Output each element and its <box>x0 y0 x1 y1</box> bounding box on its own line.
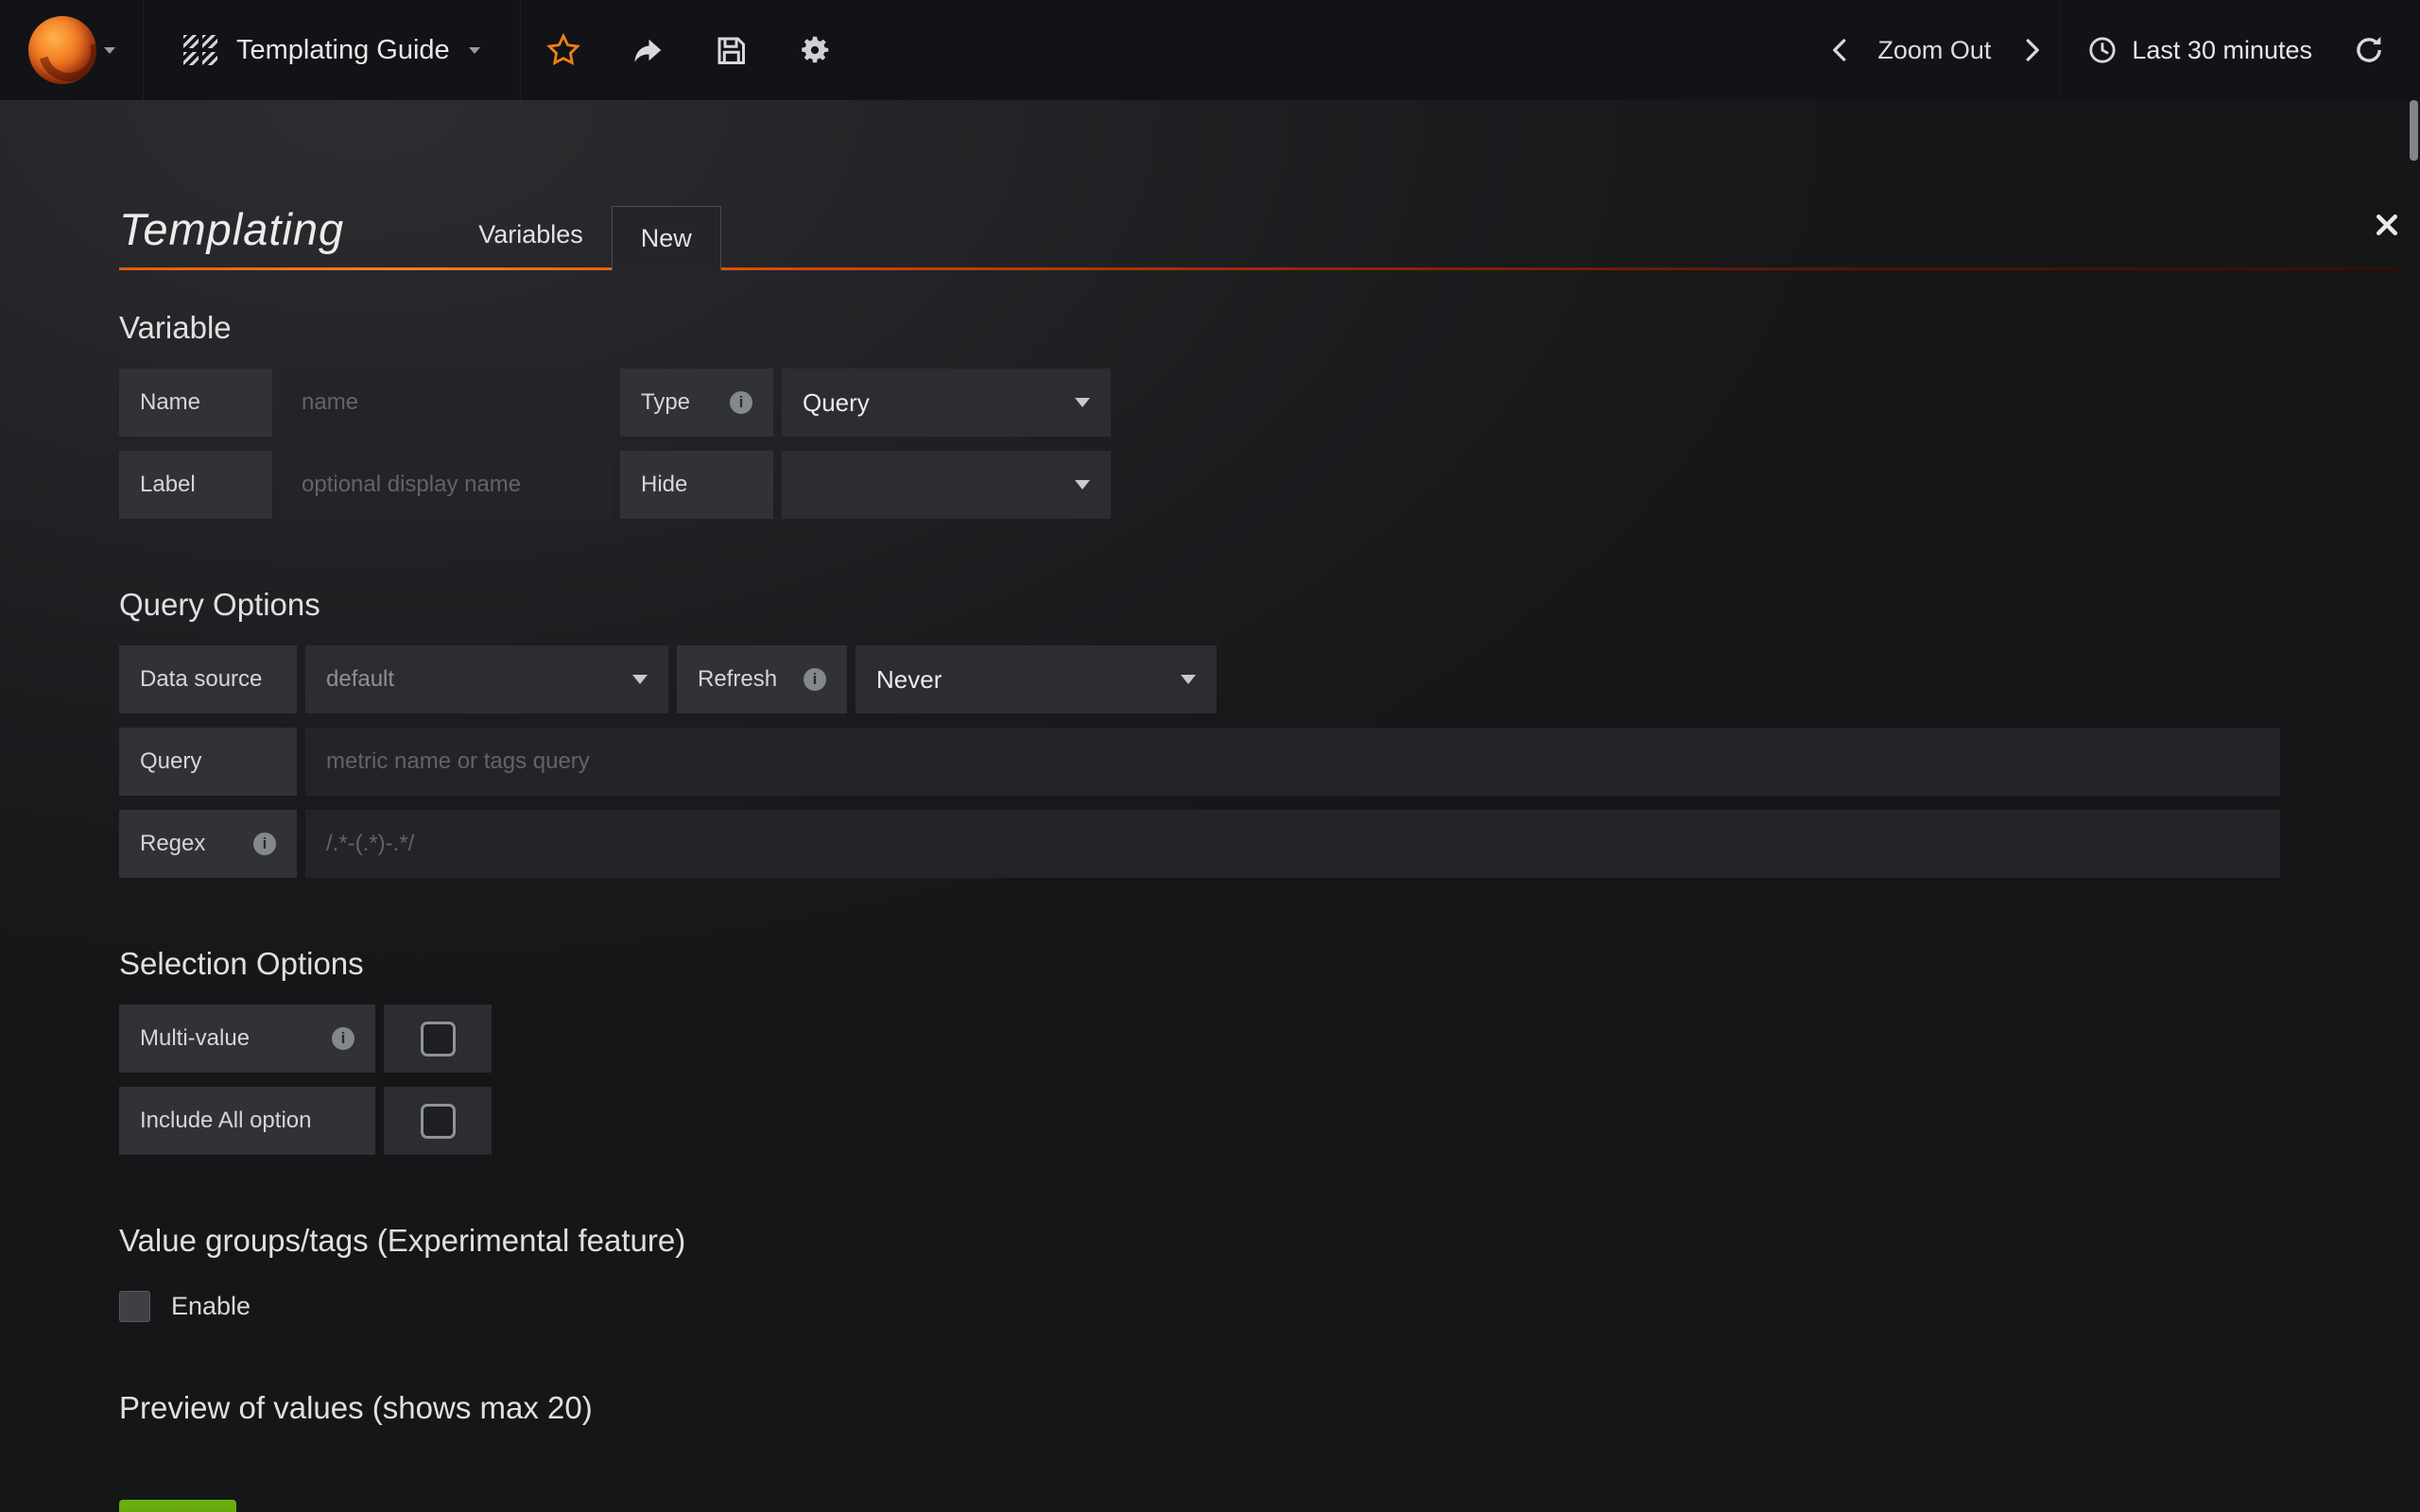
grafana-logo <box>28 16 96 84</box>
multi-value-checkbox-cell[interactable] <box>384 1005 492 1073</box>
datasource-row: Data source default Refresh i Never <box>119 645 2401 713</box>
editor-tabs: Variables New <box>450 206 721 270</box>
value-groups-heading: Value groups/tags (Experimental feature) <box>119 1223 2401 1259</box>
include-all-label: Include All option <box>119 1087 375 1155</box>
type-select-value: Query <box>803 388 870 418</box>
name-label: Name <box>119 369 272 437</box>
regex-label: Regex i <box>119 810 297 878</box>
tab-new[interactable]: New <box>612 206 721 270</box>
scrollbar-thumb[interactable] <box>2410 100 2418 161</box>
caret-down-icon <box>1181 675 1196 684</box>
datasource-label: Data source <box>119 645 297 713</box>
include-all-checkbox-cell[interactable] <box>384 1087 492 1155</box>
refresh-select-value: Never <box>876 665 942 695</box>
enable-label: Enable <box>171 1292 251 1321</box>
preview-heading: Preview of values (shows max 20) <box>119 1390 2401 1426</box>
label-label: Label <box>119 451 272 519</box>
variable-section-heading: Variable <box>119 310 2401 346</box>
info-icon[interactable]: i <box>253 833 276 855</box>
chevron-right-icon <box>2017 36 2046 64</box>
time-range-picker[interactable]: Last 30 minutes <box>2059 0 2339 100</box>
datasource-select-value: default <box>326 666 394 693</box>
dashboard-settings-button[interactable] <box>772 0 857 100</box>
include-all-row: Include All option <box>119 1087 2401 1155</box>
hide-label: Hide <box>620 451 773 519</box>
regex-input[interactable] <box>305 810 2280 878</box>
close-icon <box>2373 211 2401 239</box>
name-input[interactable] <box>281 369 612 437</box>
caret-down-icon <box>104 47 115 54</box>
star-dashboard-button[interactable] <box>521 0 606 100</box>
page-title: Templating <box>119 203 344 255</box>
caret-down-icon <box>1075 398 1090 407</box>
editor-header: Templating Variables New <box>119 100 2401 270</box>
add-button[interactable]: Add <box>119 1500 236 1512</box>
label-input[interactable] <box>281 451 612 519</box>
close-editor-button[interactable] <box>2373 211 2401 244</box>
time-range-label: Last 30 minutes <box>2132 36 2312 65</box>
refresh-label: Refresh i <box>677 645 847 713</box>
variable-label-row: Label Hide <box>119 451 2401 519</box>
info-icon[interactable]: i <box>332 1027 354 1050</box>
refresh-dashboard-button[interactable] <box>2339 0 2420 100</box>
star-icon <box>545 32 581 68</box>
include-all-checkbox[interactable] <box>421 1104 456 1139</box>
templating-editor: Templating Variables New Variable Name T… <box>0 100 2420 1512</box>
clock-icon <box>2086 34 2118 66</box>
multi-value-row: Multi-value i <box>119 1005 2401 1073</box>
query-row: Query <box>119 728 2401 796</box>
time-shift-forward-button[interactable] <box>2004 0 2059 100</box>
variable-name-row: Name Type i Query <box>119 369 2401 437</box>
navbar-right-group: Zoom Out Last 30 minutes <box>1817 0 2420 100</box>
query-label: Query <box>119 728 297 796</box>
save-icon <box>714 33 748 67</box>
query-input[interactable] <box>305 728 2280 796</box>
type-select[interactable]: Query <box>782 369 1111 437</box>
enable-checkbox[interactable] <box>119 1291 150 1322</box>
multi-value-checkbox[interactable] <box>421 1022 456 1057</box>
refresh-select[interactable]: Never <box>856 645 1217 713</box>
hide-select[interactable] <box>782 451 1111 519</box>
type-label: Type i <box>620 369 773 437</box>
dashboard-title-button[interactable]: Templating Guide <box>144 0 521 100</box>
multi-value-label: Multi-value i <box>119 1005 375 1073</box>
info-icon[interactable]: i <box>804 668 826 691</box>
info-icon[interactable]: i <box>730 391 752 414</box>
top-navbar: Templating Guide Zoom Out <box>0 0 2420 100</box>
time-shift-back-button[interactable] <box>1817 0 1864 100</box>
caret-down-icon <box>469 47 480 54</box>
selection-options-heading: Selection Options <box>119 946 2401 982</box>
grafana-menu-button[interactable] <box>0 0 144 100</box>
chevron-left-icon <box>1826 36 1855 64</box>
save-dashboard-button[interactable] <box>689 0 772 100</box>
caret-down-icon <box>632 675 648 684</box>
header-accent-line <box>119 267 2401 270</box>
enable-row: Enable <box>119 1291 2401 1322</box>
share-icon <box>631 33 665 67</box>
regex-row: Regex i <box>119 810 2401 878</box>
settings-gear-icon <box>797 32 833 68</box>
zoom-out-button[interactable]: Zoom Out <box>1864 36 2004 65</box>
tab-variables[interactable]: Variables <box>450 220 612 270</box>
dashboard-icon <box>183 35 217 65</box>
query-options-heading: Query Options <box>119 587 2401 623</box>
datasource-select[interactable]: default <box>305 645 668 713</box>
share-dashboard-button[interactable] <box>606 0 689 100</box>
refresh-icon <box>2352 33 2386 67</box>
caret-down-icon <box>1075 480 1090 490</box>
dashboard-title: Templating Guide <box>236 35 450 66</box>
